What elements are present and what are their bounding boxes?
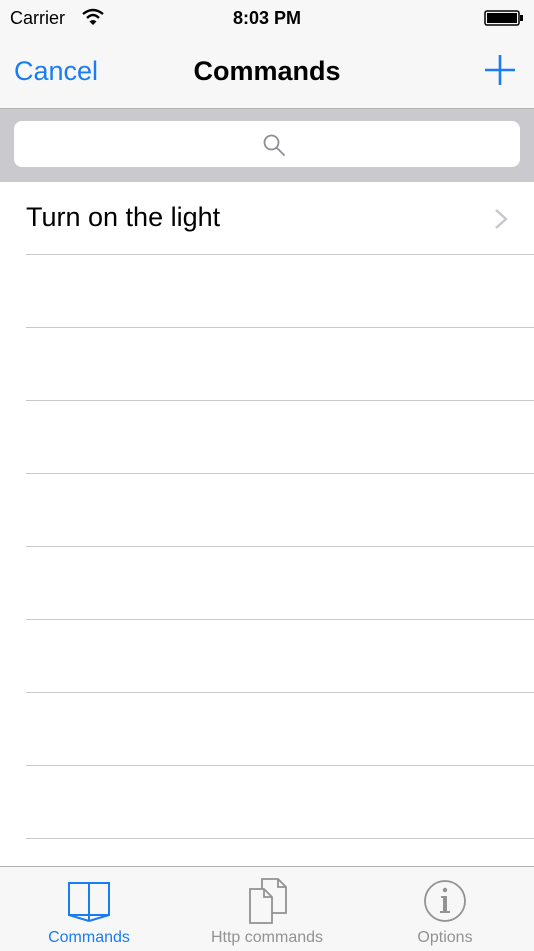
empty-row <box>26 766 534 839</box>
navigation-bar: Cancel Commands <box>0 38 534 109</box>
tab-label: Commands <box>48 929 130 946</box>
list-item[interactable]: Turn on the light <box>26 182 534 255</box>
plus-icon[interactable] <box>482 52 518 88</box>
empty-row <box>26 474 534 547</box>
empty-row <box>26 401 534 474</box>
empty-row <box>26 547 534 620</box>
tab-options[interactable]: Options <box>356 867 534 951</box>
search-field[interactable] <box>14 121 520 167</box>
tab-label: Http commands <box>210 929 324 946</box>
documents-icon <box>249 878 287 924</box>
tab-label: Options <box>417 929 473 946</box>
tab-bar: Commands Http commands Options <box>0 866 534 951</box>
cancel-button[interactable]: Cancel <box>14 56 98 87</box>
search-bar <box>0 109 534 182</box>
empty-row <box>26 255 534 328</box>
empty-row <box>26 620 534 693</box>
command-label: Turn on the light <box>26 202 221 232</box>
battery-icon <box>484 10 523 26</box>
info-icon <box>424 880 466 922</box>
commands-list: Turn on the light <box>0 182 534 839</box>
search-icon <box>263 134 285 156</box>
status-bar: Carrier 8:03 PM <box>0 0 534 38</box>
empty-row <box>26 328 534 401</box>
status-time: 8:03 PM <box>232 8 302 28</box>
book-icon <box>68 882 110 922</box>
chevron-right-icon <box>495 209 508 229</box>
empty-row <box>26 693 534 766</box>
tab-commands[interactable]: Commands <box>0 867 178 951</box>
tab-http-commands[interactable]: Http commands <box>178 867 356 951</box>
